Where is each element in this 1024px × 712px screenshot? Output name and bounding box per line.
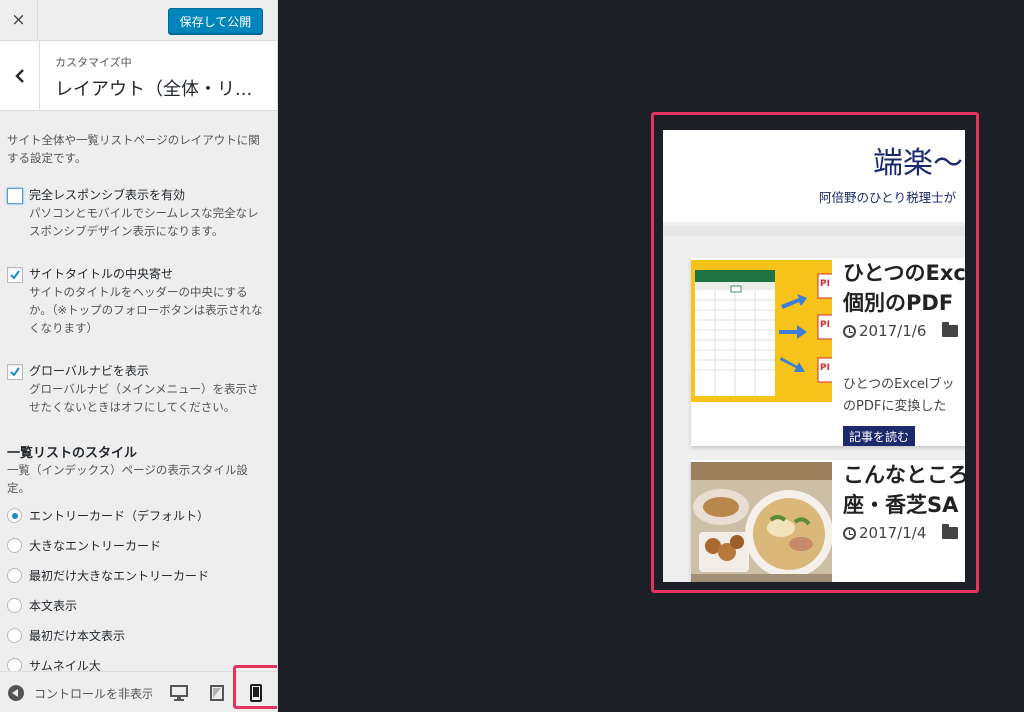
checkbox-label[interactable]: サイトタイトルの中央寄せ (29, 265, 173, 283)
entry-card[interactable]: PI PI PI ひとつのExce 個別のPDF 2017/1/6 ひとつのEx… (691, 258, 965, 446)
post-title[interactable]: 個別のPDF (843, 288, 953, 318)
controls-panel[interactable]: サイト全体や一覧リストページのレイアウトに関する設定です。 完全レスポンシブ表示… (0, 111, 277, 671)
section-header: カスタマイズ中 レイアウト（全体・リ... (0, 41, 277, 111)
site-description: 阿倍野のひとり税理士が (819, 190, 957, 205)
list-style-title: 一覧リストのスタイル (7, 446, 138, 461)
radio-button[interactable] (7, 658, 22, 671)
list-style-description: 一覧（インデックス）ページの表示スタイル設定。 (7, 463, 248, 495)
folder-icon (942, 524, 959, 539)
section-description: サイト全体や一覧リストページのレイアウトに関する設定です。 (7, 133, 260, 165)
post-thumbnail[interactable] (691, 462, 832, 582)
post-excerpt: ひとつのExcelブッ (843, 377, 955, 392)
customizing-label: カスタマイズ中 (55, 56, 132, 69)
post-date-text: 2017/1/6 (859, 322, 927, 340)
responsive-checkbox[interactable] (7, 188, 23, 204)
ramen-photo-image (691, 462, 832, 582)
chevron-left-icon (14, 68, 24, 83)
desktop-icon (170, 685, 188, 701)
site-header: 端楽〜 阿倍野のひとり税理士が (663, 130, 965, 222)
post-date: 2017/1/6 (843, 322, 959, 340)
post-title[interactable]: ひとつのExce (843, 258, 965, 288)
radio-label[interactable]: 本文表示 (29, 597, 77, 614)
center-title-checkbox[interactable] (7, 267, 23, 283)
site-title[interactable]: 端楽〜 (873, 138, 963, 182)
header-separator (663, 226, 965, 236)
post-date: 2017/1/4 (843, 524, 959, 542)
preview-desktop-button[interactable] (166, 680, 192, 706)
collapse-label: コントロールを非表示 (34, 686, 152, 701)
radio-label[interactable]: 最初だけ大きなエントリーカード (29, 567, 209, 584)
mobile-icon (250, 684, 262, 702)
radio-label[interactable]: 大きなエントリーカード (29, 537, 161, 554)
collapse-controls-button[interactable]: コントロールを非表示 (8, 684, 152, 702)
checkbox-description: サイトのタイトルをヘッダーの中央にするか。（※トップのフォローボタンは表示されな… (29, 285, 263, 335)
checkbox-label[interactable]: グローバルナビを表示 (29, 362, 149, 380)
global-nav-checkbox[interactable] (7, 364, 23, 380)
customizer-footer: コントロールを非表示 (0, 671, 277, 712)
post-thumbnail[interactable]: PI PI PI (691, 260, 832, 402)
radio-button[interactable] (7, 538, 22, 553)
close-button[interactable]: × (0, 0, 38, 40)
customizer-sidebar: × 保存して公開 カスタマイズ中 レイアウト（全体・リ... サイト全体や一覧リ… (0, 0, 278, 712)
post-excerpt: のPDFに変換した (843, 399, 947, 414)
post-title[interactable]: こんなところ (843, 460, 965, 490)
close-icon: × (11, 10, 26, 30)
checkmark-icon (10, 270, 20, 280)
radio-option[interactable]: 本文表示 (7, 596, 267, 616)
svg-text:PI: PI (820, 320, 830, 330)
customizer-topbar: × 保存して公開 (0, 0, 277, 41)
checkmark-icon (10, 367, 20, 377)
back-button[interactable] (0, 41, 40, 110)
collapse-arrow-icon (8, 685, 24, 701)
mobile-preview[interactable]: 端楽〜 阿倍野のひとり税理士が PI PI PI ひとつのExc 個別のPDF … (663, 130, 965, 582)
clock-icon (843, 526, 856, 540)
tablet-icon (210, 685, 224, 701)
radio-button[interactable] (7, 568, 22, 583)
radio-label[interactable]: 最初だけ本文表示 (29, 627, 125, 644)
radio-label[interactable]: エントリーカード（デフォルト） (29, 507, 209, 524)
entry-card[interactable]: こんなところ 座・香芝SA 2017/1/4 (691, 460, 965, 582)
radio-option[interactable]: 大きなエントリーカード (7, 536, 267, 556)
folder-icon (942, 322, 959, 337)
radio-option[interactable]: サムネイル大 (7, 656, 267, 671)
preview-mobile-button[interactable] (243, 680, 269, 706)
checkbox-description: グローバルナビ（メインメニュー）を表示させたくないときはオフにしてください。 (29, 382, 259, 414)
preview-tablet-button[interactable] (204, 680, 230, 706)
post-date-text: 2017/1/4 (859, 524, 927, 542)
section-title: レイアウト（全体・リ... (55, 79, 253, 100)
radio-option[interactable]: 最初だけ大きなエントリーカード (7, 566, 267, 586)
checkbox-label[interactable]: 完全レスポンシブ表示を有効 (29, 186, 185, 204)
clock-icon (843, 324, 856, 338)
radio-button[interactable] (7, 628, 22, 643)
checkbox-description: パソコンとモバイルでシームレスな完全なレスポンシブデザイン表示になります。 (29, 206, 259, 238)
radio-button[interactable] (7, 598, 22, 613)
radio-label[interactable]: サムネイル大 (29, 657, 101, 671)
read-more-button[interactable]: 記事を読む (843, 426, 916, 446)
post-title[interactable]: 座・香芝SA (843, 490, 958, 520)
svg-text:PI: PI (820, 279, 830, 289)
radio-option[interactable]: 最初だけ本文表示 (7, 626, 267, 646)
svg-text:PI: PI (820, 363, 830, 373)
save-and-publish-button[interactable]: 保存して公開 (168, 8, 263, 34)
radio-button[interactable] (7, 508, 22, 523)
excel-pdf-thumbnail-image: PI PI PI (691, 260, 832, 402)
radio-option[interactable]: エントリーカード（デフォルト） (7, 506, 267, 526)
